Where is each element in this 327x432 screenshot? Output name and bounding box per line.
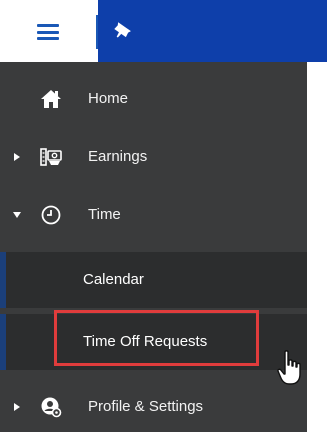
sidebar-item-earnings[interactable]: Earnings: [0, 128, 307, 186]
hand-cursor-icon: [277, 350, 301, 385]
caret-down-icon[interactable]: [12, 210, 22, 220]
sidebar-item-label: Time: [88, 206, 121, 223]
submenu-item-calendar[interactable]: Calendar: [0, 252, 307, 308]
sidebar-item-time[interactable]: Time: [0, 186, 307, 244]
hamburger-menu-icon[interactable]: [37, 24, 59, 40]
sidebar-item-label: Earnings: [88, 148, 148, 165]
sidebar-item-label: Home: [88, 90, 129, 107]
highlight-box: [54, 310, 259, 366]
submenu-accent: [0, 252, 6, 308]
top-bar: [0, 0, 327, 62]
caret-right-icon[interactable]: [12, 402, 22, 412]
sidebar-item-home[interactable]: Home: [0, 70, 307, 128]
earnings-icon: [40, 148, 62, 166]
submenu-accent: [0, 314, 6, 370]
sidebar-item-profile-settings[interactable]: Profile & Settings: [0, 378, 307, 432]
submenu-item-label: Calendar: [83, 271, 144, 288]
profile-settings-icon: [41, 397, 62, 418]
menu-button[interactable]: [0, 0, 95, 62]
clock-icon: [41, 205, 61, 225]
caret-right-icon[interactable]: [12, 152, 22, 162]
home-icon: [41, 90, 61, 108]
pin-icon[interactable]: [113, 19, 139, 45]
sidebar-item-label: Profile & Settings: [88, 398, 204, 415]
